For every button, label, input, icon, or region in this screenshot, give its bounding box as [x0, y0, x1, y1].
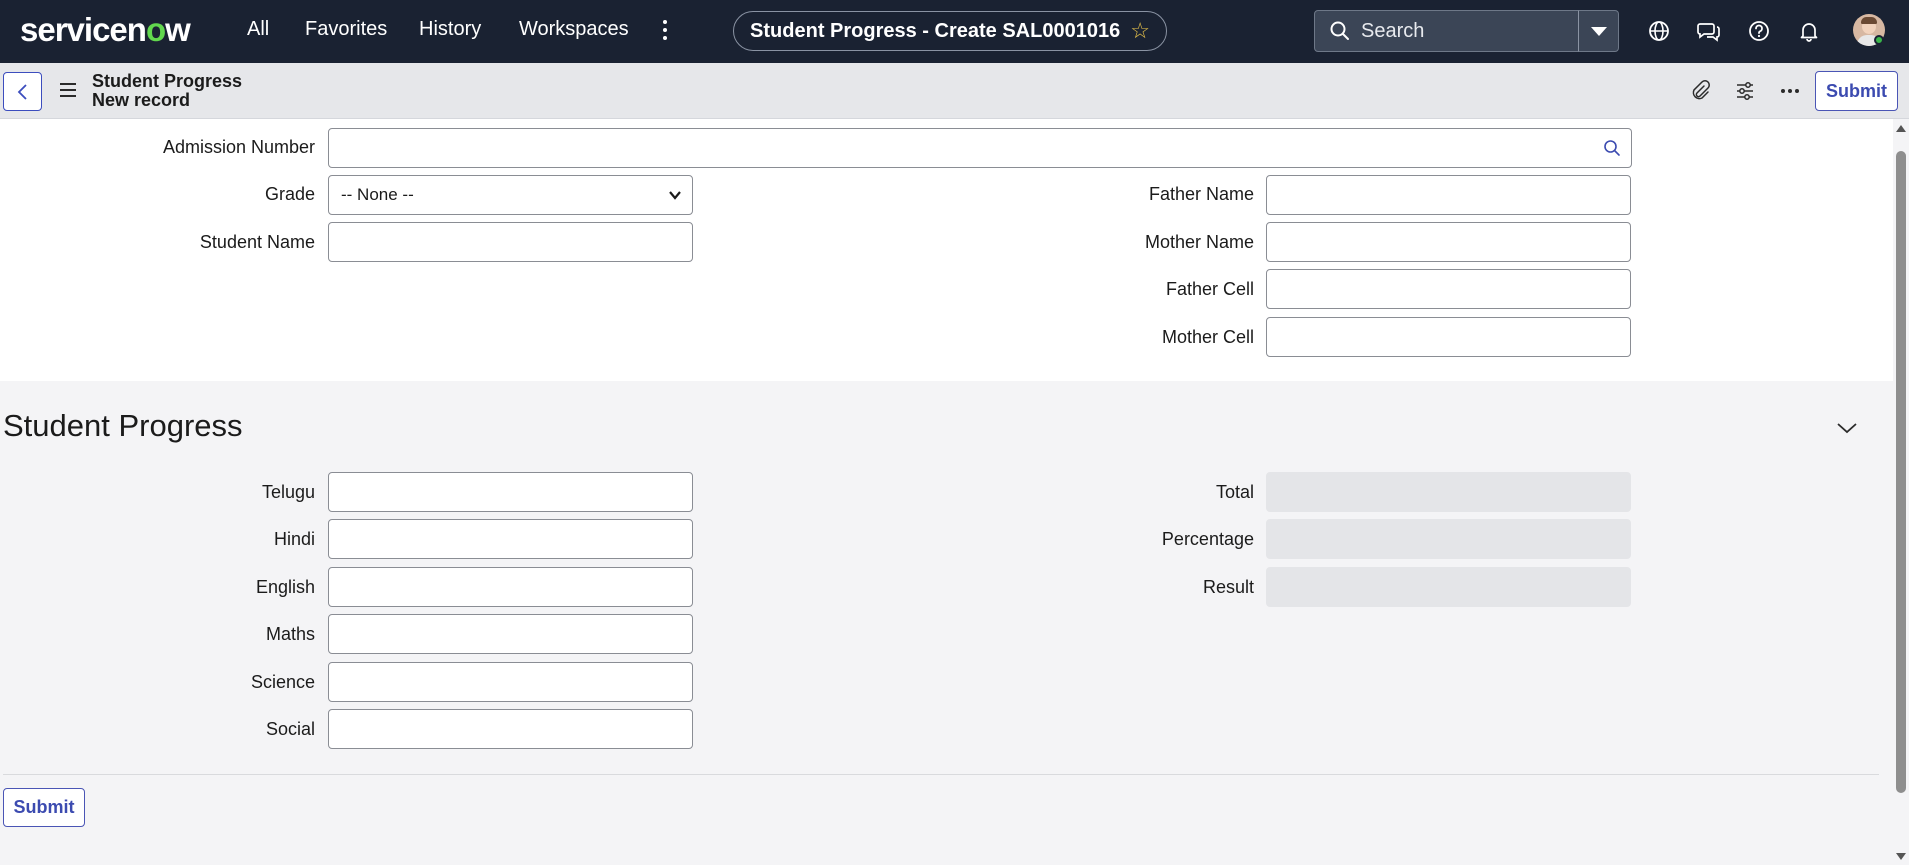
globe-icon[interactable] — [1645, 17, 1673, 45]
scroll-up-arrow-icon[interactable] — [1896, 125, 1906, 132]
mother-name-label: Mother Name — [1144, 232, 1254, 252]
grade-selected-value: -- None -- — [341, 185, 414, 204]
more-icon[interactable] — [1778, 79, 1802, 103]
form-menu-icon[interactable] — [60, 83, 76, 97]
telugu-input[interactable] — [328, 472, 693, 512]
telugu-label: Telugu — [261, 482, 315, 502]
student-name-input[interactable] — [328, 222, 693, 262]
total-label: Total — [1215, 482, 1254, 502]
page-title-pill[interactable]: Student Progress - Create SAL0001016 ☆ — [733, 11, 1167, 51]
social-label: Social — [265, 719, 315, 739]
submit-button-header[interactable]: Submit — [1815, 71, 1898, 111]
nav-history[interactable]: History — [419, 18, 481, 41]
result-label: Result — [1202, 577, 1254, 597]
admission-number-label: Admission Number — [162, 137, 315, 157]
page-title: Student Progress - Create SAL0001016 — [750, 19, 1121, 42]
father-name-input[interactable] — [1266, 175, 1631, 215]
percentage-readonly-field — [1266, 519, 1631, 559]
search-scope-dropdown[interactable] — [1578, 10, 1619, 52]
hindi-input[interactable] — [328, 519, 693, 559]
father-name-label: Father Name — [1148, 184, 1254, 204]
global-search-input[interactable]: Search — [1314, 10, 1579, 52]
section-title: Student Progress — [3, 408, 243, 443]
science-input[interactable] — [328, 662, 693, 702]
english-input[interactable] — [328, 567, 693, 607]
servicenow-logo[interactable]: servicenow — [20, 11, 191, 49]
nav-all[interactable]: All — [247, 18, 269, 41]
grade-select[interactable]: -- None -- — [328, 175, 693, 215]
search-placeholder: Search — [1361, 19, 1425, 42]
scroll-down-arrow-icon[interactable] — [1896, 853, 1906, 860]
mother-cell-label: Mother Cell — [1161, 327, 1254, 347]
collapse-section-icon[interactable] — [1835, 418, 1859, 438]
social-input[interactable] — [328, 709, 693, 749]
admission-lookup-button[interactable] — [1592, 128, 1632, 168]
english-label: English — [255, 577, 315, 597]
chevron-down-icon — [669, 191, 681, 200]
sliders-icon[interactable] — [1733, 79, 1757, 103]
vertical-scrollbar[interactable] — [1893, 119, 1909, 865]
chevron-left-icon — [17, 83, 27, 100]
search-icon — [1603, 140, 1620, 156]
percentage-label: Percentage — [1161, 529, 1254, 549]
favorite-star-icon[interactable]: ☆ — [1130, 18, 1150, 44]
scroll-thumb[interactable] — [1896, 151, 1906, 793]
caret-down-icon — [1590, 26, 1607, 36]
grade-label: Grade — [264, 184, 315, 204]
form-subtitle: New record — [92, 90, 191, 110]
form-title: Student Progress — [92, 71, 243, 91]
maths-input[interactable] — [328, 614, 693, 654]
paperclip-icon[interactable] — [1688, 79, 1712, 103]
footer-divider — [3, 774, 1879, 775]
mother-cell-input[interactable] — [1266, 317, 1631, 357]
submit-button-footer[interactable]: Submit — [3, 788, 85, 827]
chat-icon[interactable] — [1695, 17, 1723, 45]
search-icon — [1330, 21, 1349, 40]
nav-favorites[interactable]: Favorites — [305, 18, 387, 41]
form-header: Student Progress New record Submit — [0, 63, 1909, 119]
science-label: Science — [250, 672, 315, 692]
back-button[interactable] — [3, 72, 42, 111]
admission-number-input[interactable] — [328, 128, 1593, 168]
top-navigation: servicenow All Favorites History Workspa… — [0, 0, 1909, 63]
online-status-badge — [1874, 35, 1884, 45]
nav-workspaces[interactable]: Workspaces — [519, 18, 629, 41]
student-name-label: Student Name — [199, 232, 315, 252]
student-progress-section — [0, 381, 1893, 865]
mother-name-input[interactable] — [1266, 222, 1631, 262]
help-icon[interactable] — [1745, 17, 1773, 45]
bell-icon[interactable] — [1795, 17, 1823, 45]
maths-label: Maths — [265, 624, 315, 644]
father-cell-input[interactable] — [1266, 269, 1631, 309]
more-menu-icon[interactable] — [658, 16, 672, 44]
total-readonly-field — [1266, 472, 1631, 512]
hindi-label: Hindi — [273, 529, 315, 549]
father-cell-label: Father Cell — [1165, 279, 1254, 299]
result-readonly-field — [1266, 567, 1631, 607]
